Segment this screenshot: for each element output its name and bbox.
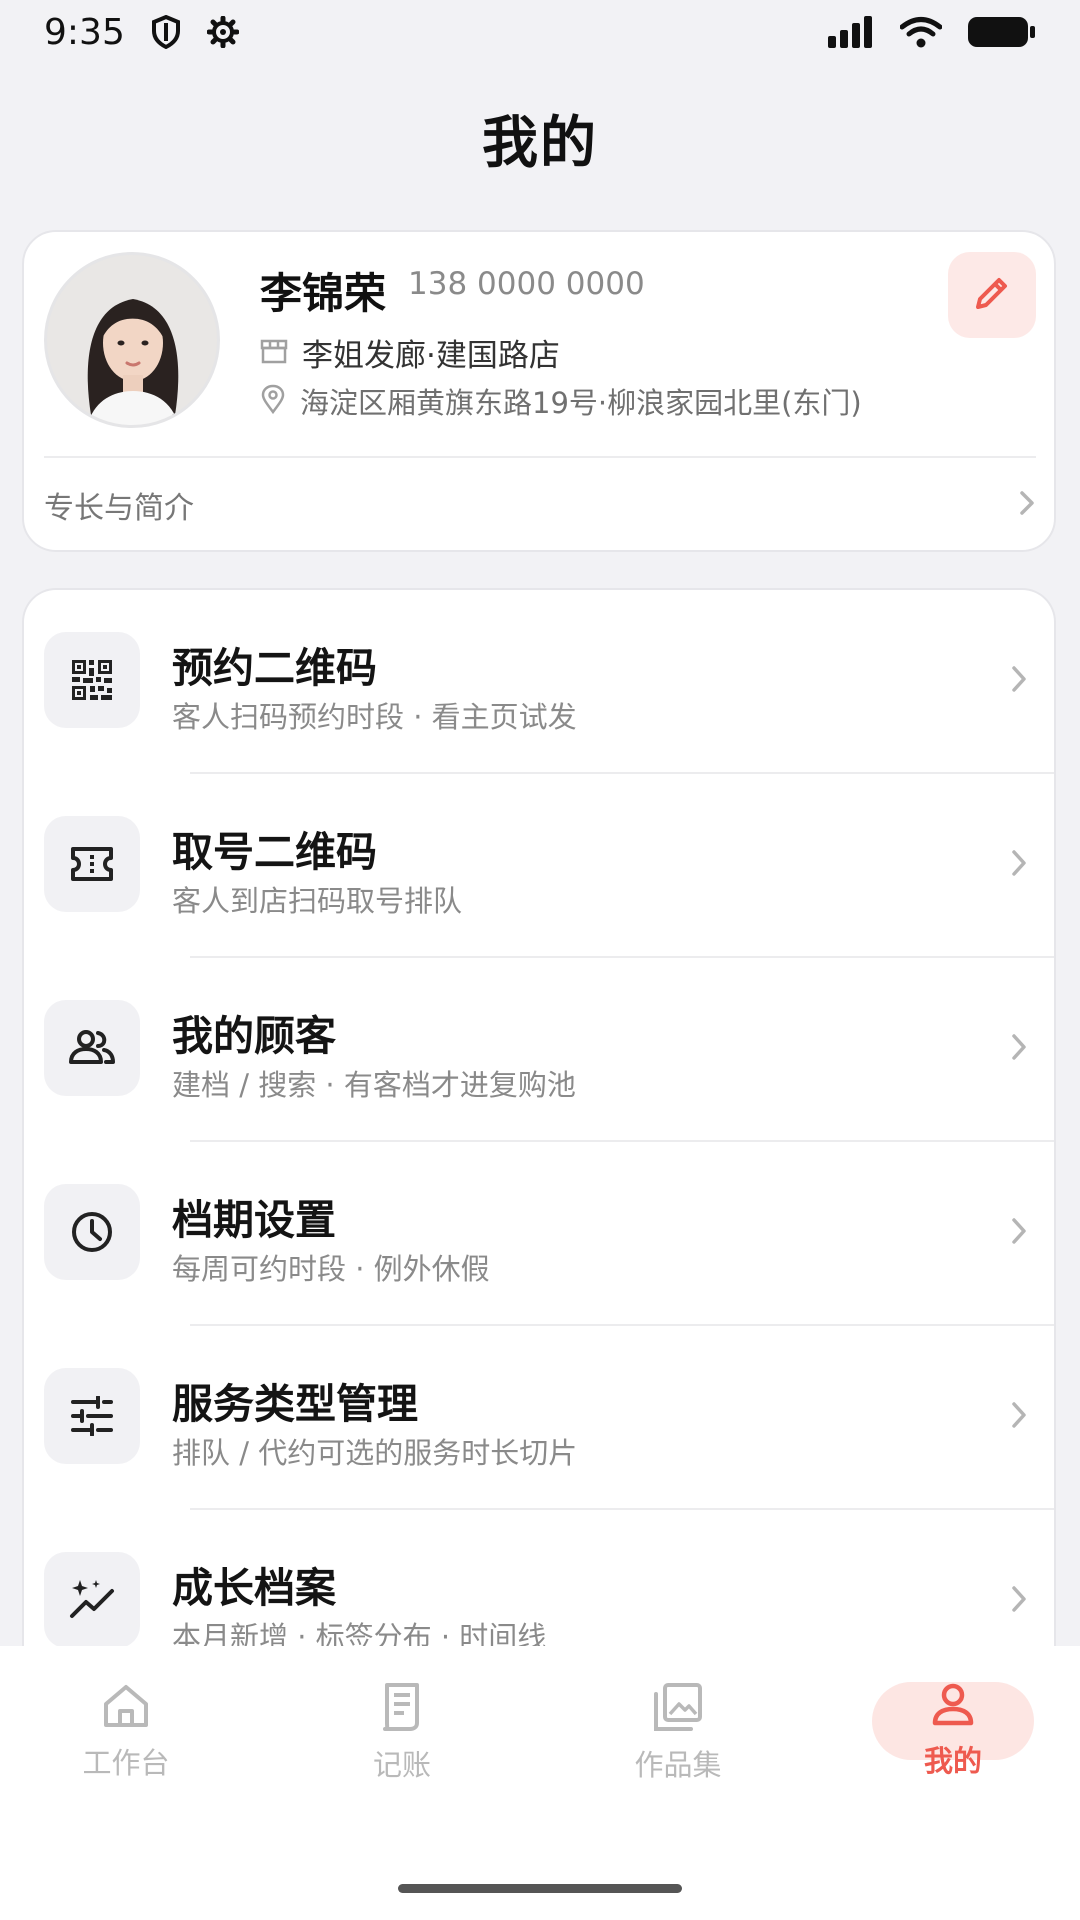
intro-row[interactable]: 专长与简介 [44, 458, 1036, 552]
people-icon [44, 1000, 140, 1096]
intro-label: 专长与简介 [44, 491, 194, 526]
gallery-icon [653, 1682, 703, 1736]
address-text: 海淀区厢黄旗东路19号·柳浪家园北里(东门) [300, 386, 862, 420]
menu-title: 档期设置 [172, 1196, 336, 1244]
nav-label: 记账 [372, 1748, 431, 1782]
profile-name: 李锦荣 [260, 269, 387, 318]
shield-icon [151, 15, 181, 49]
menu-title: 取号二维码 [172, 828, 377, 876]
chevron-right-icon [1010, 1400, 1028, 1434]
wifi-icon [900, 16, 942, 48]
nav-item-bookkeeping[interactable]: 记账 [322, 1682, 482, 1782]
menu-card: 预约二维码 客人扫码预约时段 · 看主页试发 取号二维码 客人到店扫码取号排队 … [22, 588, 1056, 1748]
menu-item-schedule[interactable]: 档期设置 每周可约时段 · 例外休假 [24, 1142, 1054, 1326]
menu-item-customers[interactable]: 我的顾客 建档 / 搜索 · 有客档才进复购池 [24, 958, 1054, 1142]
menu-title: 成长档案 [172, 1564, 336, 1612]
clock-icon [44, 1184, 140, 1280]
menu-item-service-types[interactable]: 服务类型管理 排队 / 代约可选的服务时长切片 [24, 1326, 1054, 1510]
sparkle-trend-icon [44, 1552, 140, 1648]
chevron-right-icon [1010, 1032, 1028, 1066]
location-pin-icon [260, 384, 286, 418]
nav-label: 作品集 [634, 1748, 722, 1782]
chevron-right-icon [1010, 1216, 1028, 1250]
chevron-right-icon [1010, 848, 1028, 882]
profile-card: 李锦荣 138 0000 0000 李姐发廊·建国路店 海淀区厢黄旗东路19号·… [22, 230, 1056, 552]
menu-title: 预约二维码 [172, 644, 377, 692]
menu-item-queue-qr[interactable]: 取号二维码 客人到店扫码取号排队 [24, 774, 1054, 958]
signal-icon [828, 16, 874, 48]
bottom-nav: 工作台 记账 作品集 我的 [0, 1646, 1080, 1920]
ticket-icon [44, 816, 140, 912]
status-bar: 9:35 [0, 0, 1080, 64]
menu-subtitle: 客人到店扫码取号排队 [172, 884, 463, 918]
battery-icon [968, 16, 1036, 48]
home-icon [101, 1682, 151, 1734]
store-icon [260, 338, 288, 368]
chevron-right-icon [1018, 489, 1036, 521]
receipt-icon [379, 1682, 425, 1736]
nav-label: 我的 [923, 1744, 982, 1778]
status-right [828, 16, 1036, 48]
shop-row: 李姐发廊·建国路店 [260, 330, 560, 375]
shop-name: 李姐发廊·建国路店 [302, 338, 560, 374]
chevron-right-icon [1010, 1584, 1028, 1618]
menu-item-booking-qr[interactable]: 预约二维码 客人扫码预约时段 · 看主页试发 [24, 590, 1054, 774]
nav-label: 工作台 [82, 1746, 170, 1780]
nav-item-workbench[interactable]: 工作台 [46, 1682, 206, 1782]
status-time: 9:35 [44, 11, 125, 53]
profile-phone: 138 0000 0000 [408, 266, 645, 302]
menu-title: 服务类型管理 [172, 1380, 418, 1428]
page-title: 我的 [482, 111, 598, 176]
nav-item-mine[interactable]: 我的 [873, 1682, 1033, 1782]
sliders-icon [44, 1368, 140, 1464]
avatar[interactable] [44, 252, 220, 428]
status-left: 9:35 [44, 12, 239, 53]
edit-profile-button[interactable] [948, 252, 1036, 338]
menu-title: 我的顾客 [172, 1012, 336, 1060]
menu-subtitle: 每周可约时段 · 例外休假 [172, 1252, 490, 1286]
screen: 9:35 我的 李锦荣 138 0000 0000 李姐发廊·建国路店 海淀区厢… [0, 0, 1080, 1920]
menu-subtitle: 排队 / 代约可选的服务时长切片 [172, 1436, 578, 1470]
chevron-right-icon [1010, 664, 1028, 698]
person-icon [930, 1682, 976, 1732]
menu-subtitle: 建档 / 搜索 · 有客档才进复购池 [172, 1068, 576, 1102]
nav-item-portfolio[interactable]: 作品集 [598, 1682, 758, 1782]
gear-icon [206, 16, 239, 48]
address-row: 海淀区厢黄旗东路19号·柳浪家园北里(东门) [260, 380, 862, 422]
qr-code-icon [44, 632, 140, 728]
pencil-icon [972, 273, 1012, 317]
menu-subtitle: 客人扫码预约时段 · 看主页试发 [172, 700, 577, 734]
home-indicator[interactable] [398, 1884, 682, 1893]
